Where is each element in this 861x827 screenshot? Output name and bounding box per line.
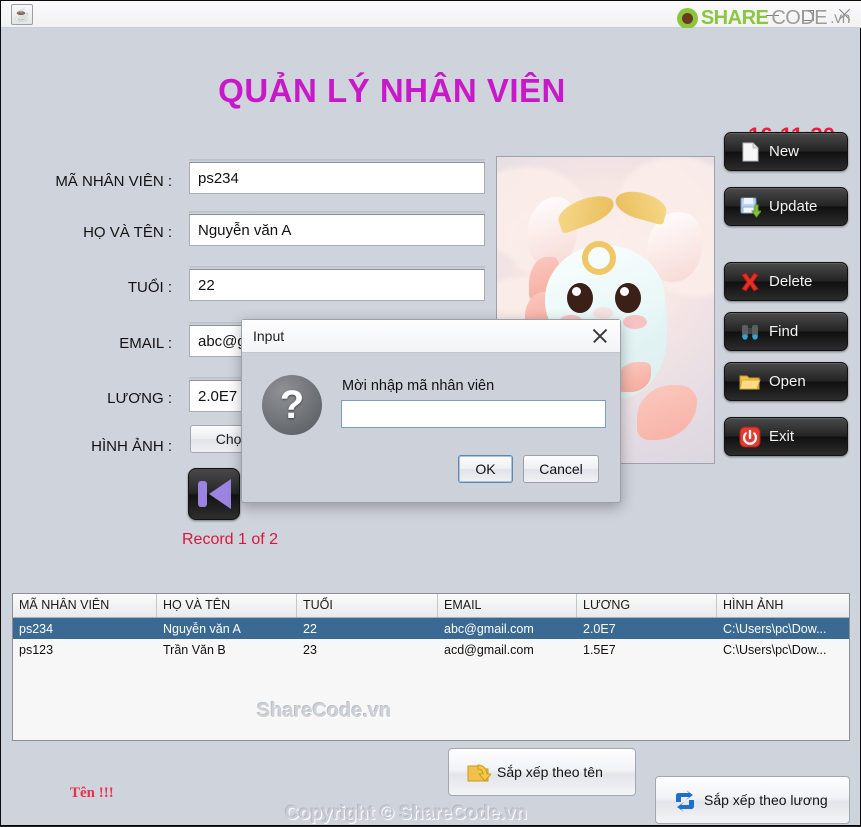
dialog-title-bar: Input [242, 320, 620, 353]
close-icon[interactable] [590, 326, 610, 346]
dialog-title: Input [253, 328, 285, 344]
dialog-ok-button[interactable]: OK [458, 455, 513, 483]
question-mark-icon: ? [262, 375, 322, 435]
dialog-cancel-button[interactable]: Cancel [523, 455, 599, 483]
dialog-message: Mời nhập mã nhân viên [342, 378, 495, 394]
input-dialog: Input ? Mời nhập mã nhân viên OK Cancel [241, 319, 621, 503]
dialog-input[interactable] [341, 400, 606, 428]
application-window: ☕ SHARE CODE .vn QUẢN LÝ NHÂN VIÊN 16:11… [0, 0, 861, 826]
modal-overlay: Input ? Mời nhập mã nhân viên OK Cancel [1, 1, 861, 827]
